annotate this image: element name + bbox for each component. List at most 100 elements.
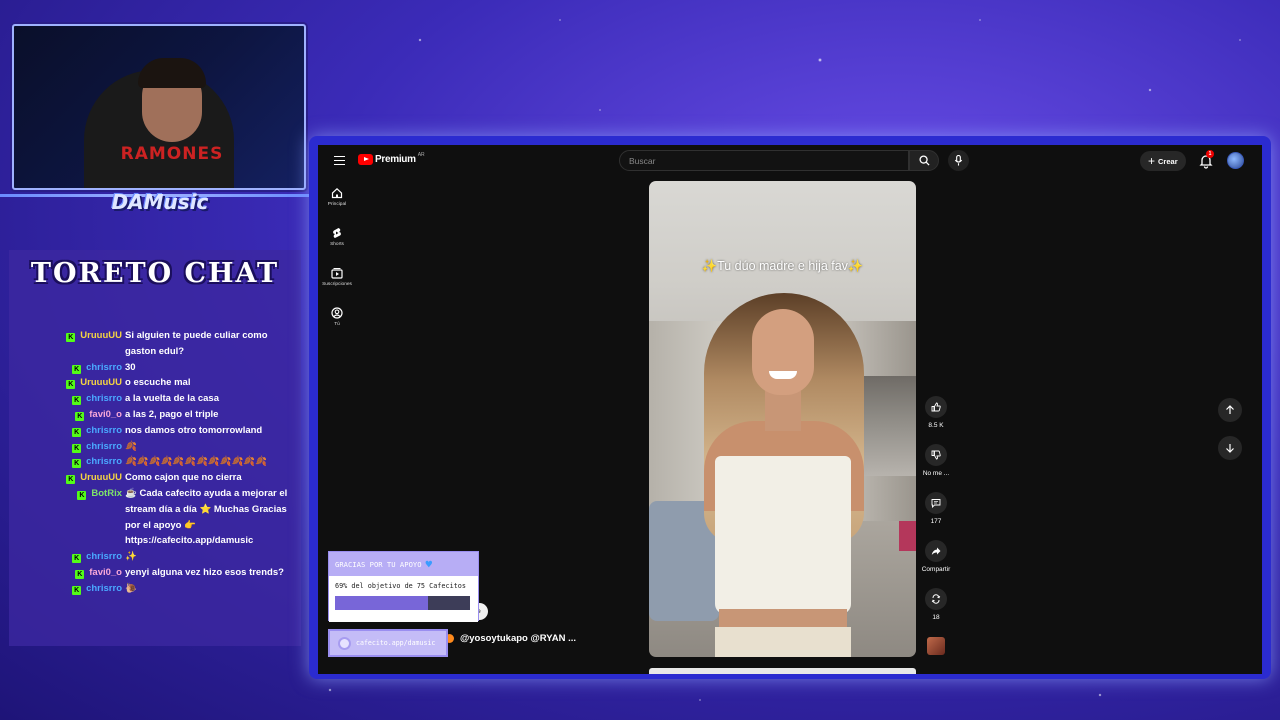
chat-message: Kchrisrro 🍂 bbox=[9, 439, 301, 455]
sound-thumbnail[interactable] bbox=[927, 637, 945, 655]
donation-url: cafecito.app/damusic bbox=[356, 639, 436, 647]
sidebar-item-you[interactable]: Tú bbox=[318, 303, 356, 343]
chat-message: K UruuuUU Si alguien te puede culiar como … bbox=[9, 328, 301, 360]
dislike-label: No me ... bbox=[922, 470, 950, 477]
dislike-button[interactable]: No me ... bbox=[916, 444, 956, 492]
video-person-neck bbox=[765, 391, 801, 431]
kick-badge-icon: K bbox=[66, 475, 76, 485]
next-short-button[interactable] bbox=[1218, 436, 1242, 460]
video-person-pants bbox=[715, 627, 851, 657]
remix-button[interactable]: 18 bbox=[916, 588, 956, 636]
blue-heart-icon: ♥ bbox=[425, 557, 433, 571]
menu-icon[interactable] bbox=[334, 156, 345, 165]
chat-title: TORETO CHAT bbox=[30, 258, 280, 289]
kick-badge-icon: K bbox=[77, 490, 87, 500]
sidebar-item-label: Tú bbox=[334, 322, 340, 327]
share-button[interactable]: Compartir bbox=[916, 540, 956, 588]
chat-message-text: nos damos otro tomorrowland bbox=[125, 424, 263, 436]
chat-username[interactable]: Kchrisrro bbox=[9, 454, 122, 470]
chat-message-text: 30 bbox=[125, 361, 136, 373]
chat-username-text: UruuuUU bbox=[80, 330, 122, 341]
sidebar-item-home[interactable]: Principal bbox=[318, 183, 356, 223]
coffee-coin-icon bbox=[338, 636, 351, 650]
account-avatar[interactable] bbox=[1227, 152, 1244, 169]
streamer-hair bbox=[138, 58, 206, 88]
chat-username[interactable]: Kchrisrro bbox=[9, 549, 122, 565]
youtube-logo[interactable]: Premium AR bbox=[358, 152, 425, 165]
chat-username[interactable]: Kfavi0_o bbox=[9, 407, 122, 423]
donation-header-text: GRACIAS POR TU APOYO bbox=[335, 559, 422, 569]
donation-progress-bar bbox=[335, 596, 470, 610]
short-channel-handle[interactable]: @yosoytukapo @RYAN ... bbox=[460, 633, 576, 644]
chat-username-text: chrisrro bbox=[86, 582, 122, 594]
share-icon bbox=[931, 547, 941, 555]
video-person-smile bbox=[769, 371, 797, 379]
short-caption: ✨Tu dúo madre e hija fav✨ bbox=[701, 259, 864, 273]
chat-username-text: chrisrro bbox=[86, 551, 122, 563]
shorts-icon bbox=[333, 228, 341, 238]
kick-badge-icon: K bbox=[75, 411, 85, 421]
chat-message-text: yenyi alguna vez hizo esos trends? bbox=[125, 566, 284, 578]
chat-username[interactable]: Kchrisrro bbox=[9, 423, 122, 439]
chat-username[interactable]: K UruuuUU bbox=[9, 328, 122, 360]
chat-message-list: K UruuuUU Si alguien te puede culiar como … bbox=[9, 328, 301, 597]
arrow-up-icon bbox=[1226, 405, 1234, 414]
voice-search-button[interactable] bbox=[948, 150, 969, 171]
kick-badge-icon: K bbox=[72, 585, 82, 595]
kick-badge-icon: K bbox=[72, 443, 82, 453]
chat-username[interactable]: Kchrisrro bbox=[9, 439, 122, 455]
kick-badge-icon: K bbox=[72, 459, 82, 469]
chat-username-text: chrisrro bbox=[86, 361, 122, 373]
donation-progress-fill bbox=[335, 596, 429, 610]
chat-username-text: chrisrro bbox=[86, 440, 122, 452]
chat-username[interactable]: Kfavi0_o bbox=[9, 565, 122, 581]
thumbs-down-icon bbox=[931, 450, 941, 460]
search-button[interactable] bbox=[909, 150, 939, 171]
chat-username-text: UruuuUU bbox=[80, 377, 122, 389]
chat-message: Kfavi0_o a las 2, pago el triple bbox=[9, 407, 301, 423]
comments-button[interactable]: 177 bbox=[916, 492, 956, 540]
kick-badge-icon: K bbox=[72, 554, 82, 564]
short-navigation bbox=[1218, 398, 1242, 474]
search-box[interactable] bbox=[619, 150, 909, 171]
donation-header: GRACIAS POR TU APOYO ♥ bbox=[329, 552, 478, 576]
chat-username[interactable]: Kchrisrro bbox=[9, 360, 122, 376]
chat-username[interactable]: Kchrisrro bbox=[9, 581, 122, 597]
kick-badge-icon: K bbox=[66, 380, 76, 390]
like-count: 8.5 K bbox=[928, 422, 944, 429]
youtube-region: AR bbox=[417, 152, 425, 158]
sidebar-item-label: Principal bbox=[327, 202, 347, 207]
chat-username-text: chrisrro bbox=[86, 393, 122, 405]
chat-message: K UruuuUU Como cajon que no cierra bbox=[9, 470, 301, 486]
chat-message: Kchrisrro a la vuelta de la casa bbox=[9, 391, 301, 407]
chat-message: K BotRix ☕ Cada cafecito ayuda a mejorar e… bbox=[9, 486, 301, 549]
remix-count: 18 bbox=[932, 614, 940, 621]
search-input[interactable] bbox=[620, 151, 908, 171]
chat-message-text: o escuche mal bbox=[125, 377, 191, 389]
youtube-play-icon bbox=[358, 154, 373, 165]
chat-message-text: 🍂🍂🍂🍂🍂🍂🍂🍂🍂🍂🍂🍂 bbox=[125, 456, 267, 468]
chat-message-text: ☕ Cada cafecito ayuda a mejorar el strea… bbox=[125, 487, 288, 547]
chat-username[interactable]: K UruuuUU bbox=[9, 375, 122, 391]
thumbs-up-icon bbox=[931, 402, 941, 412]
short-video-player[interactable]: ✨Tu dúo madre e hija fav✨ bbox=[649, 181, 916, 657]
chat-username[interactable]: Kchrisrro bbox=[9, 391, 122, 407]
chat-username[interactable]: K BotRix bbox=[9, 486, 122, 549]
like-button[interactable]: 8.5 K bbox=[916, 396, 956, 444]
chat-message: K UruuuUU o escuche mal bbox=[9, 375, 301, 391]
youtube-brand: Premium bbox=[375, 154, 416, 165]
create-button[interactable]: + Crear bbox=[1140, 151, 1186, 171]
kick-badge-icon: K bbox=[72, 396, 82, 406]
create-label: Crear bbox=[1158, 156, 1178, 166]
chat-message: Kchrisrro 🐌 bbox=[9, 581, 301, 597]
donation-link-box: cafecito.app/damusic bbox=[328, 629, 448, 657]
chat-username[interactable]: K UruuuUU bbox=[9, 470, 122, 486]
youtube-header: Premium AR + Crear 1 bbox=[318, 145, 1262, 177]
chat-panel: TORETO CHAT K UruuuUU Si alguien te puede … bbox=[9, 250, 301, 646]
chat-message: Kchrisrro nos damos otro tomorrowland bbox=[9, 423, 301, 439]
sidebar-item-subscriptions[interactable]: Suscripciones bbox=[318, 263, 356, 303]
chat-username-text: chrisrro bbox=[86, 424, 122, 436]
previous-short-button[interactable] bbox=[1218, 398, 1242, 422]
sidebar-item-shorts[interactable]: Shorts bbox=[318, 223, 356, 263]
plus-icon: + bbox=[1148, 154, 1156, 168]
